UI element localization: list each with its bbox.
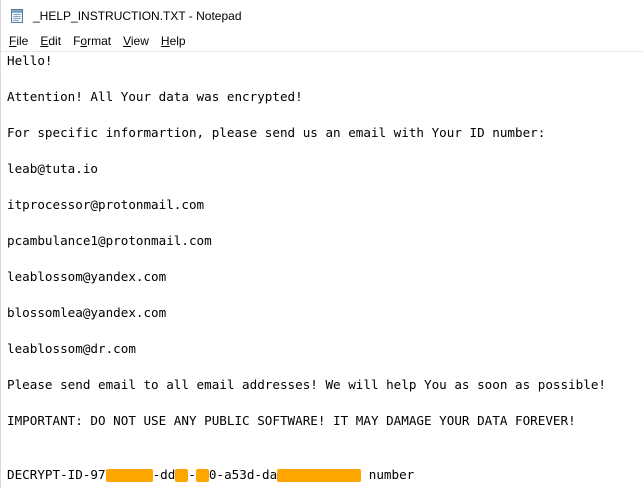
redaction-mark — [105, 469, 153, 482]
email-line: leablossom@yandex.com — [7, 269, 167, 284]
decrypt-id-part: number — [361, 467, 415, 482]
text-line-important: IMPORTANT: DO NOT USE ANY PUBLIC SOFTWAR… — [7, 413, 576, 428]
menu-format-rest: rmat — [87, 34, 112, 48]
decrypt-id-part: DECRYPT-ID-97 — [7, 467, 106, 482]
decrypt-id-part: - — [188, 467, 196, 482]
text-line-attention: Attention! All Your data was encrypted! — [7, 89, 303, 104]
menu-format[interactable]: Format — [67, 31, 117, 51]
menu-bar: File Edit Format View Help — [1, 31, 643, 52]
menu-edit[interactable]: Edit — [34, 31, 67, 51]
email-line: leablossom@dr.com — [7, 341, 136, 356]
menu-help[interactable]: Help — [155, 31, 192, 51]
text-line-hello: Hello! — [7, 53, 53, 68]
title-bar: _HELP_INSTRUCTION.TXT - Notepad — [1, 0, 643, 31]
email-line: pcambulance1@protonmail.com — [7, 233, 212, 248]
menu-file-rest: ile — [16, 34, 29, 48]
redaction-mark — [277, 469, 362, 482]
redaction-mark — [195, 469, 209, 482]
decrypt-id-part: 0-a53d-da — [208, 467, 278, 482]
menu-view-rest: iew — [130, 34, 149, 48]
notepad-icon — [9, 8, 25, 24]
email-line: itprocessor@protonmail.com — [7, 197, 205, 212]
decrypt-id-part: -dd — [152, 467, 176, 482]
email-line: blossomlea@yandex.com — [7, 305, 167, 320]
menu-view-accel: V — [123, 34, 131, 48]
menu-edit-rest: dit — [48, 34, 62, 48]
text-line-instructions: For specific informartion, please send u… — [7, 125, 546, 140]
menu-file[interactable]: File — [3, 31, 34, 51]
menu-view[interactable]: View — [117, 31, 155, 51]
text-line-send-all: Please send email to all email addresses… — [7, 377, 606, 392]
window-title: _HELP_INSTRUCTION.TXT - Notepad — [33, 8, 242, 23]
email-line: leab@tuta.io — [7, 161, 98, 176]
notepad-window: _HELP_INSTRUCTION.TXT - Notepad File Edi… — [0, 0, 643, 488]
redaction-mark — [175, 469, 189, 482]
text-editor[interactable]: Hello! Attention! All Your data was encr… — [1, 52, 643, 488]
decrypt-id-line: DECRYPT-ID-97 -dd -0-a53d-da number — [7, 466, 643, 484]
menu-help-accel: H — [160, 34, 170, 48]
menu-help-rest: elp — [169, 34, 186, 48]
